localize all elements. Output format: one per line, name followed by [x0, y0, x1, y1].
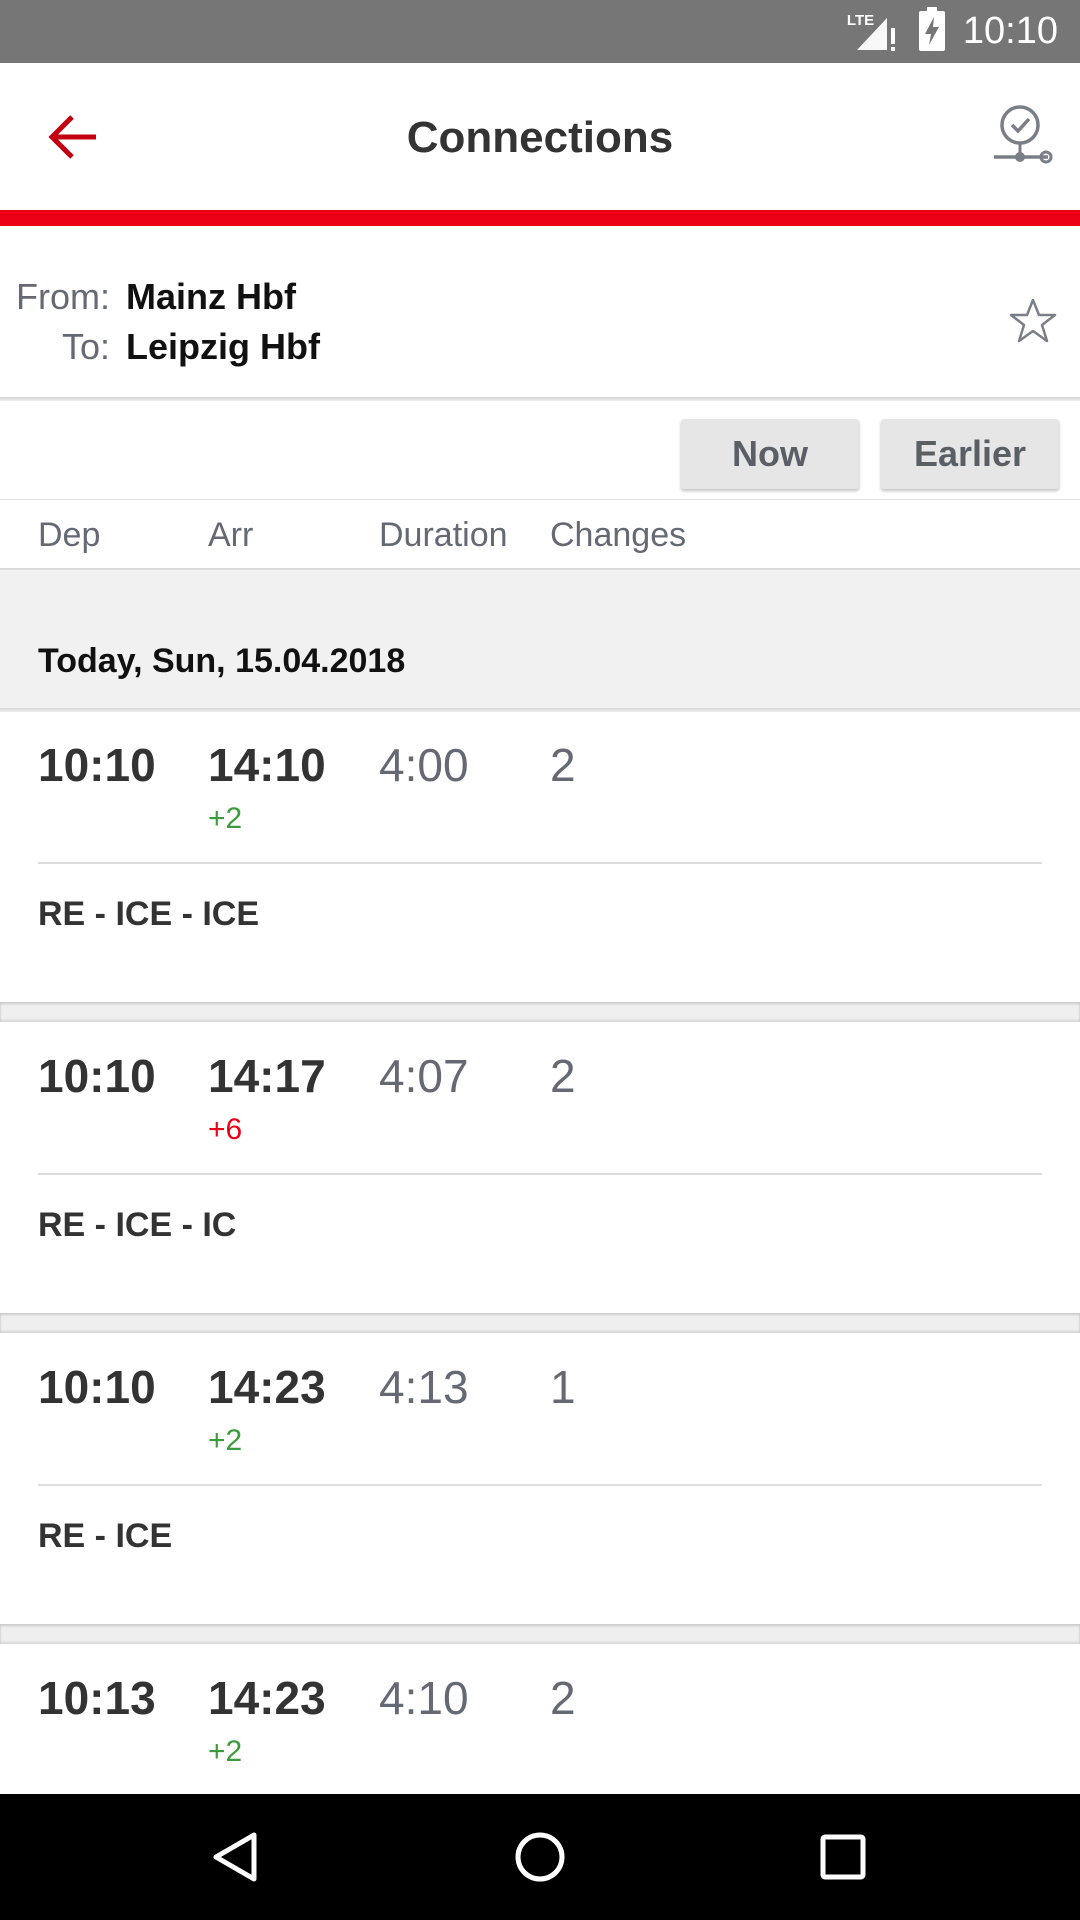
signal-lte-icon: LTE — [845, 10, 905, 54]
alarm-check-icon — [994, 105, 1053, 164]
duration: 4:07 — [379, 1050, 469, 1102]
alarm-button[interactable] — [984, 99, 1056, 171]
changes-count: 2 — [550, 739, 576, 791]
triangle-back-icon — [213, 1832, 257, 1882]
col-changes: Changes — [550, 516, 687, 554]
card-gap — [0, 1624, 1080, 1644]
nav-home-button[interactable] — [500, 1817, 580, 1897]
battery-charging-icon — [918, 7, 945, 56]
connection-card[interactable]: 10:10 14:17 +6 4:07 2 RE - ICE - IC — [0, 1023, 1080, 1313]
brand-stripe — [0, 210, 1080, 226]
card-gap — [0, 1002, 1080, 1022]
changes-count: 2 — [550, 1050, 576, 1102]
train-products: RE - ICE - ICE — [38, 895, 260, 933]
app-bar: Connections — [0, 63, 1080, 210]
duration: 4:13 — [379, 1361, 469, 1413]
favorite-button[interactable] — [1008, 296, 1058, 346]
arrival-time: 14:23 — [208, 1361, 326, 1413]
time-nav-row: Now Earlier — [0, 401, 1080, 499]
connection-card[interactable]: 10:10 14:23 +2 4:13 1 RE - ICE — [0, 1334, 1080, 1624]
card-gap — [0, 1313, 1080, 1333]
square-recents-icon — [820, 1834, 866, 1880]
departure-time: 10:10 — [38, 1361, 156, 1413]
arrival-time: 14:23 — [208, 1672, 326, 1724]
col-duration: Duration — [379, 516, 508, 554]
status-clock: 10:10 — [962, 10, 1058, 52]
earlier-button[interactable]: Earlier — [881, 419, 1059, 489]
card-divider — [38, 862, 1042, 864]
from-row: From: Mainz Hbf — [0, 276, 600, 320]
connection-card[interactable]: 10:13 14:23 +2 4:10 2 — [0, 1645, 1080, 1794]
arrival-delay: +2 — [208, 802, 243, 835]
to-station: Leipzig Hbf — [126, 326, 320, 367]
now-button[interactable]: Now — [681, 419, 859, 489]
to-row: To: Leipzig Hbf — [0, 326, 600, 370]
circle-home-icon — [515, 1832, 565, 1882]
connection-card[interactable]: 10:10 14:10 +2 4:00 2 RE - ICE - ICE — [0, 712, 1080, 1002]
departure-time: 10:13 — [38, 1672, 156, 1724]
train-products: RE - ICE - IC — [38, 1206, 237, 1244]
star-outline-icon — [1009, 298, 1057, 343]
departure-time: 10:10 — [38, 739, 156, 791]
to-label: To: — [61, 326, 110, 367]
nav-recents-button[interactable] — [803, 1817, 883, 1897]
arrival-time: 14:10 — [208, 739, 326, 791]
arrival-delay: +6 — [208, 1113, 243, 1146]
system-nav-bar — [0, 1794, 1080, 1920]
changes-count: 1 — [550, 1361, 576, 1413]
from-station: Mainz Hbf — [126, 276, 296, 317]
arrival-time: 14:17 — [208, 1050, 326, 1102]
page-title: Connections — [406, 113, 674, 162]
date-section: Today, Sun, 15.04.2018 — [0, 570, 1080, 710]
from-label: From: — [16, 276, 110, 317]
card-divider — [38, 1173, 1042, 1175]
arrival-delay: +2 — [208, 1735, 243, 1768]
nav-back-button[interactable] — [196, 1817, 276, 1897]
duration: 4:00 — [379, 739, 469, 791]
departure-time: 10:10 — [38, 1050, 156, 1102]
train-products: RE - ICE — [38, 1517, 173, 1555]
arrival-delay: +2 — [208, 1424, 243, 1457]
changes-count: 2 — [550, 1672, 576, 1724]
status-bar: LTE 10:10 — [0, 0, 1080, 63]
card-divider — [38, 1484, 1042, 1486]
duration: 4:10 — [379, 1672, 469, 1724]
col-dep: Dep — [38, 516, 101, 554]
column-header: Dep Arr Duration Changes — [0, 500, 1080, 568]
col-arr: Arr — [208, 516, 254, 554]
date-label: Today, Sun, 15.04.2018 — [38, 642, 406, 680]
route-summary: From: Mainz Hbf To: Leipzig Hbf — [0, 226, 1080, 398]
